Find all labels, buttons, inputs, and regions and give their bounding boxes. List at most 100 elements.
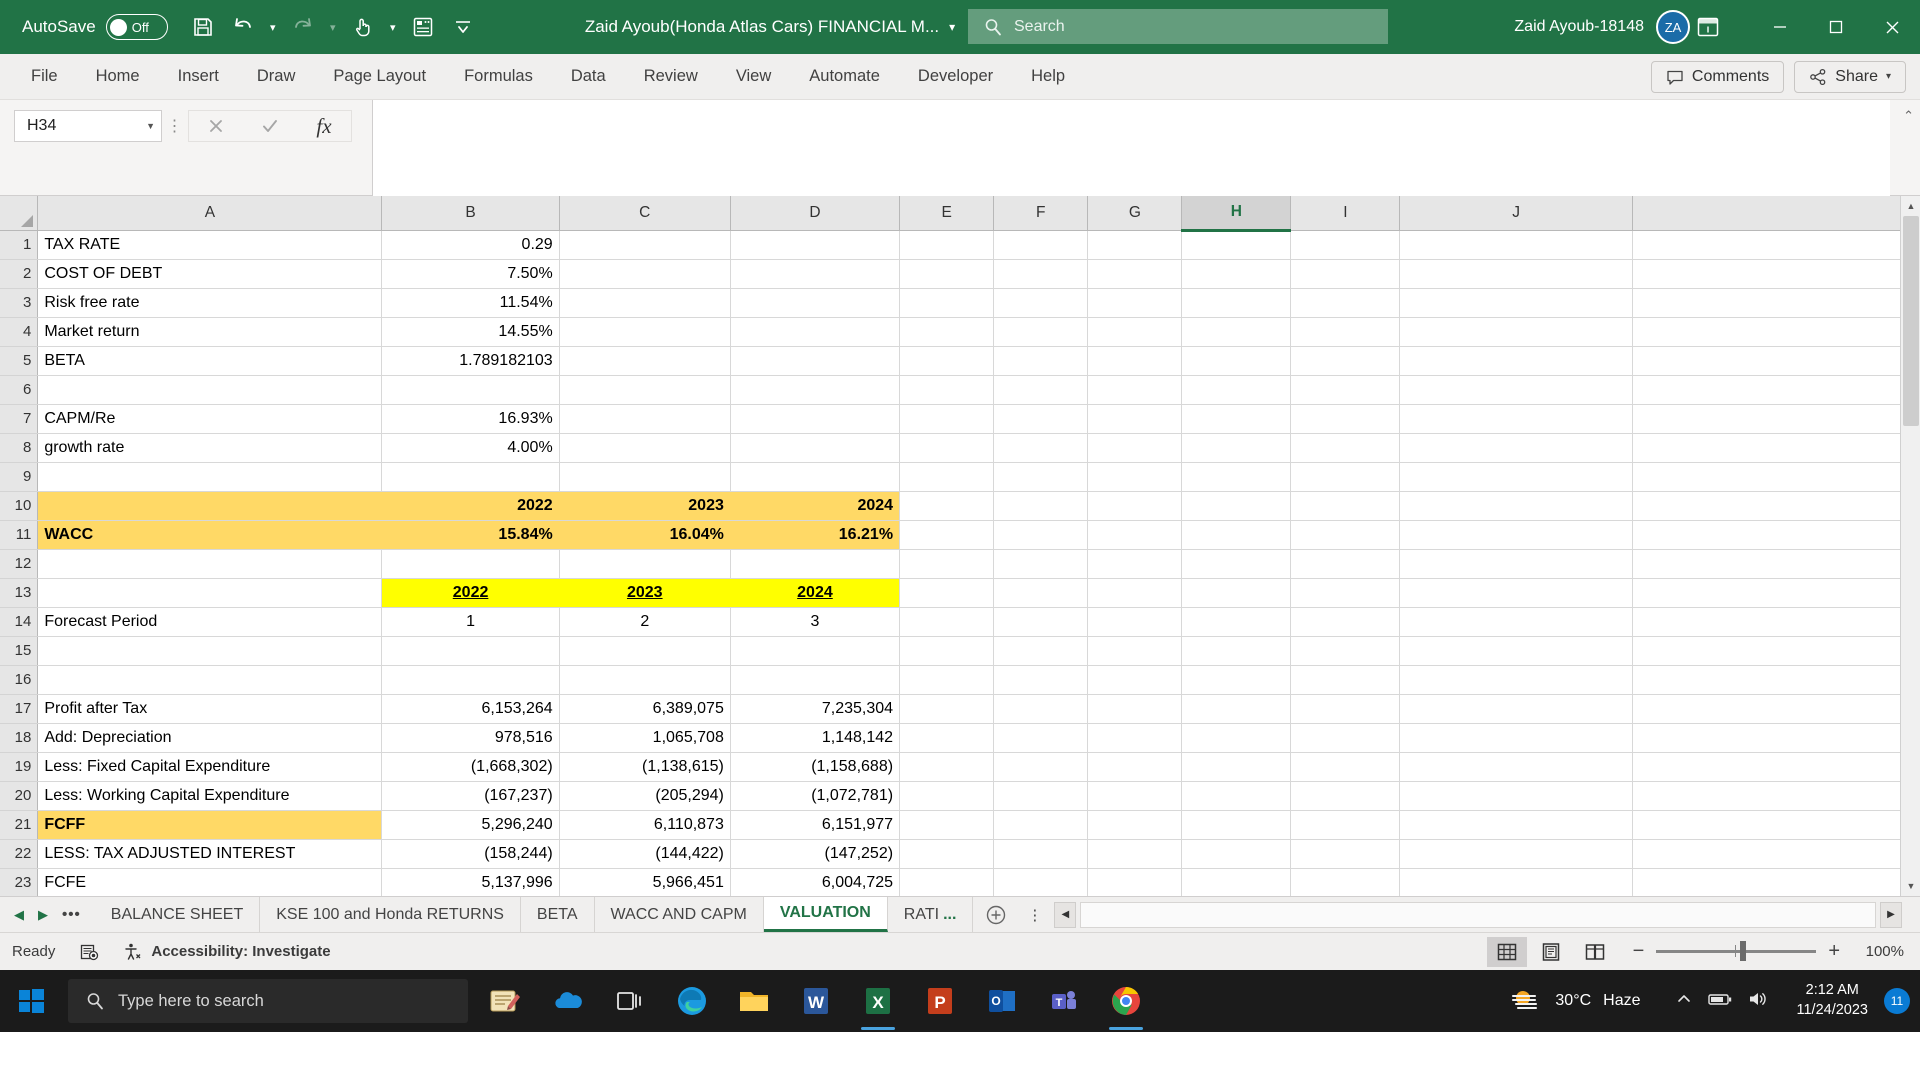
row-header-3[interactable]: 3 <box>0 288 39 318</box>
cell-d15[interactable] <box>730 636 901 666</box>
cell-a17[interactable]: Profit after Tax <box>37 694 383 724</box>
cell-d14[interactable]: 3 <box>730 607 901 637</box>
cell-h16[interactable] <box>1181 665 1292 695</box>
row-header-22[interactable]: 22 <box>0 839 39 869</box>
excel-icon[interactable]: X <box>850 970 906 1032</box>
taskbar-search-input[interactable]: Type here to search <box>68 979 468 1023</box>
cell-c9[interactable] <box>559 462 731 492</box>
cell-j7[interactable] <box>1399 404 1633 434</box>
cell-b3[interactable]: 11.54% <box>381 288 560 318</box>
cell-a10[interactable] <box>37 491 383 521</box>
ribbon-tab-help[interactable]: Help <box>1016 61 1080 92</box>
cell-e6[interactable] <box>899 375 995 405</box>
zoom-in-button[interactable]: + <box>1828 940 1840 963</box>
cell-d23[interactable]: 6,004,725 <box>730 868 901 896</box>
start-button[interactable] <box>0 970 62 1032</box>
cancel-formula-icon[interactable] <box>189 110 243 142</box>
column-header-f[interactable]: F <box>993 196 1089 231</box>
cell-j13[interactable] <box>1399 578 1633 608</box>
cell-c18[interactable]: 1,065,708 <box>559 723 731 753</box>
row-header-1[interactable]: 1 <box>0 230 39 260</box>
cell-a1[interactable]: TAX RATE <box>37 230 383 260</box>
cell-g10[interactable] <box>1087 491 1183 521</box>
cell-h5[interactable] <box>1181 346 1292 376</box>
cell-f4[interactable] <box>993 317 1089 347</box>
column-header-a[interactable]: A <box>37 196 383 231</box>
cell-h15[interactable] <box>1181 636 1292 666</box>
cell-f17[interactable] <box>993 694 1089 724</box>
zoom-out-button[interactable]: − <box>1633 940 1645 963</box>
cell-j15[interactable] <box>1399 636 1633 666</box>
cell-e20[interactable] <box>899 781 995 811</box>
cell-d10[interactable]: 2024 <box>730 491 901 521</box>
cell-h10[interactable] <box>1181 491 1292 521</box>
cell-e14[interactable] <box>899 607 995 637</box>
vertical-scroll-thumb[interactable] <box>1903 216 1919 426</box>
cell-j21[interactable] <box>1399 810 1633 840</box>
cell-g13[interactable] <box>1087 578 1183 608</box>
cell-b4[interactable]: 14.55% <box>381 317 560 347</box>
cell-i14[interactable] <box>1290 607 1401 637</box>
cell-b5[interactable]: 1.789182103 <box>381 346 560 376</box>
cell-i20[interactable] <box>1290 781 1401 811</box>
column-header-h[interactable]: H <box>1181 196 1292 232</box>
cell-g5[interactable] <box>1087 346 1183 376</box>
cell-g23[interactable] <box>1087 868 1183 896</box>
cell-e19[interactable] <box>899 752 995 782</box>
row-header-15[interactable]: 15 <box>0 636 39 666</box>
cell-g12[interactable] <box>1087 549 1183 579</box>
cell-g7[interactable] <box>1087 404 1183 434</box>
teams-icon[interactable]: T <box>1036 970 1092 1032</box>
sheet-nav-next-icon[interactable]: ▶ <box>38 907 48 923</box>
cell-h3[interactable] <box>1181 288 1292 318</box>
share-dropdown-icon[interactable]: ▾ <box>1886 71 1891 82</box>
cell-j14[interactable] <box>1399 607 1633 637</box>
cell-i5[interactable] <box>1290 346 1401 376</box>
cell-g17[interactable] <box>1087 694 1183 724</box>
cell-b21[interactable]: 5,296,240 <box>381 810 560 840</box>
cell-c19[interactable]: (1,138,615) <box>559 752 731 782</box>
cell-f18[interactable] <box>993 723 1089 753</box>
cell-c4[interactable] <box>559 317 731 347</box>
cell-b7[interactable]: 16.93% <box>381 404 560 434</box>
cell-e16[interactable] <box>899 665 995 695</box>
row-header-11[interactable]: 11 <box>0 520 39 550</box>
battery-icon[interactable] <box>1707 990 1733 1013</box>
ribbon-tab-review[interactable]: Review <box>629 61 713 92</box>
cell-a13[interactable] <box>37 578 383 608</box>
select-all-corner[interactable] <box>0 196 39 231</box>
cell-d1[interactable] <box>730 230 901 260</box>
cell-c22[interactable]: (144,422) <box>559 839 731 869</box>
cell-i6[interactable] <box>1290 375 1401 405</box>
weather-widget[interactable]: 30°C Haze <box>1509 986 1656 1016</box>
insert-function-icon[interactable]: fx <box>297 110 351 142</box>
page-layout-view-icon[interactable] <box>1531 937 1571 967</box>
comments-button[interactable]: Comments <box>1650 60 1785 93</box>
cell-h12[interactable] <box>1181 549 1292 579</box>
cell-d11[interactable]: 16.21% <box>730 520 901 550</box>
cell-i7[interactable] <box>1290 404 1401 434</box>
cell-i12[interactable] <box>1290 549 1401 579</box>
cell-e21[interactable] <box>899 810 995 840</box>
hscroll-track[interactable] <box>1080 901 1876 928</box>
customize-qat-icon[interactable] <box>444 7 482 47</box>
cell-j12[interactable] <box>1399 549 1633 579</box>
cell-f7[interactable] <box>993 404 1089 434</box>
cell-f16[interactable] <box>993 665 1089 695</box>
cell-a6[interactable] <box>37 375 383 405</box>
cell-c6[interactable] <box>559 375 731 405</box>
cell-i17[interactable] <box>1290 694 1401 724</box>
row-header-17[interactable]: 17 <box>0 694 39 724</box>
cell-h1[interactable] <box>1181 230 1292 260</box>
formula-bar-handle[interactable]: ⋮ <box>162 100 188 152</box>
cell-a11[interactable]: WACC <box>37 520 383 550</box>
cell-f3[interactable] <box>993 288 1089 318</box>
cell-g1[interactable] <box>1087 230 1183 260</box>
cell-e4[interactable] <box>899 317 995 347</box>
cell-f12[interactable] <box>993 549 1089 579</box>
cell-j16[interactable] <box>1399 665 1633 695</box>
cell-a15[interactable] <box>37 636 383 666</box>
cell-g16[interactable] <box>1087 665 1183 695</box>
ribbon-tab-file[interactable]: File <box>16 61 73 92</box>
cell-j18[interactable] <box>1399 723 1633 753</box>
